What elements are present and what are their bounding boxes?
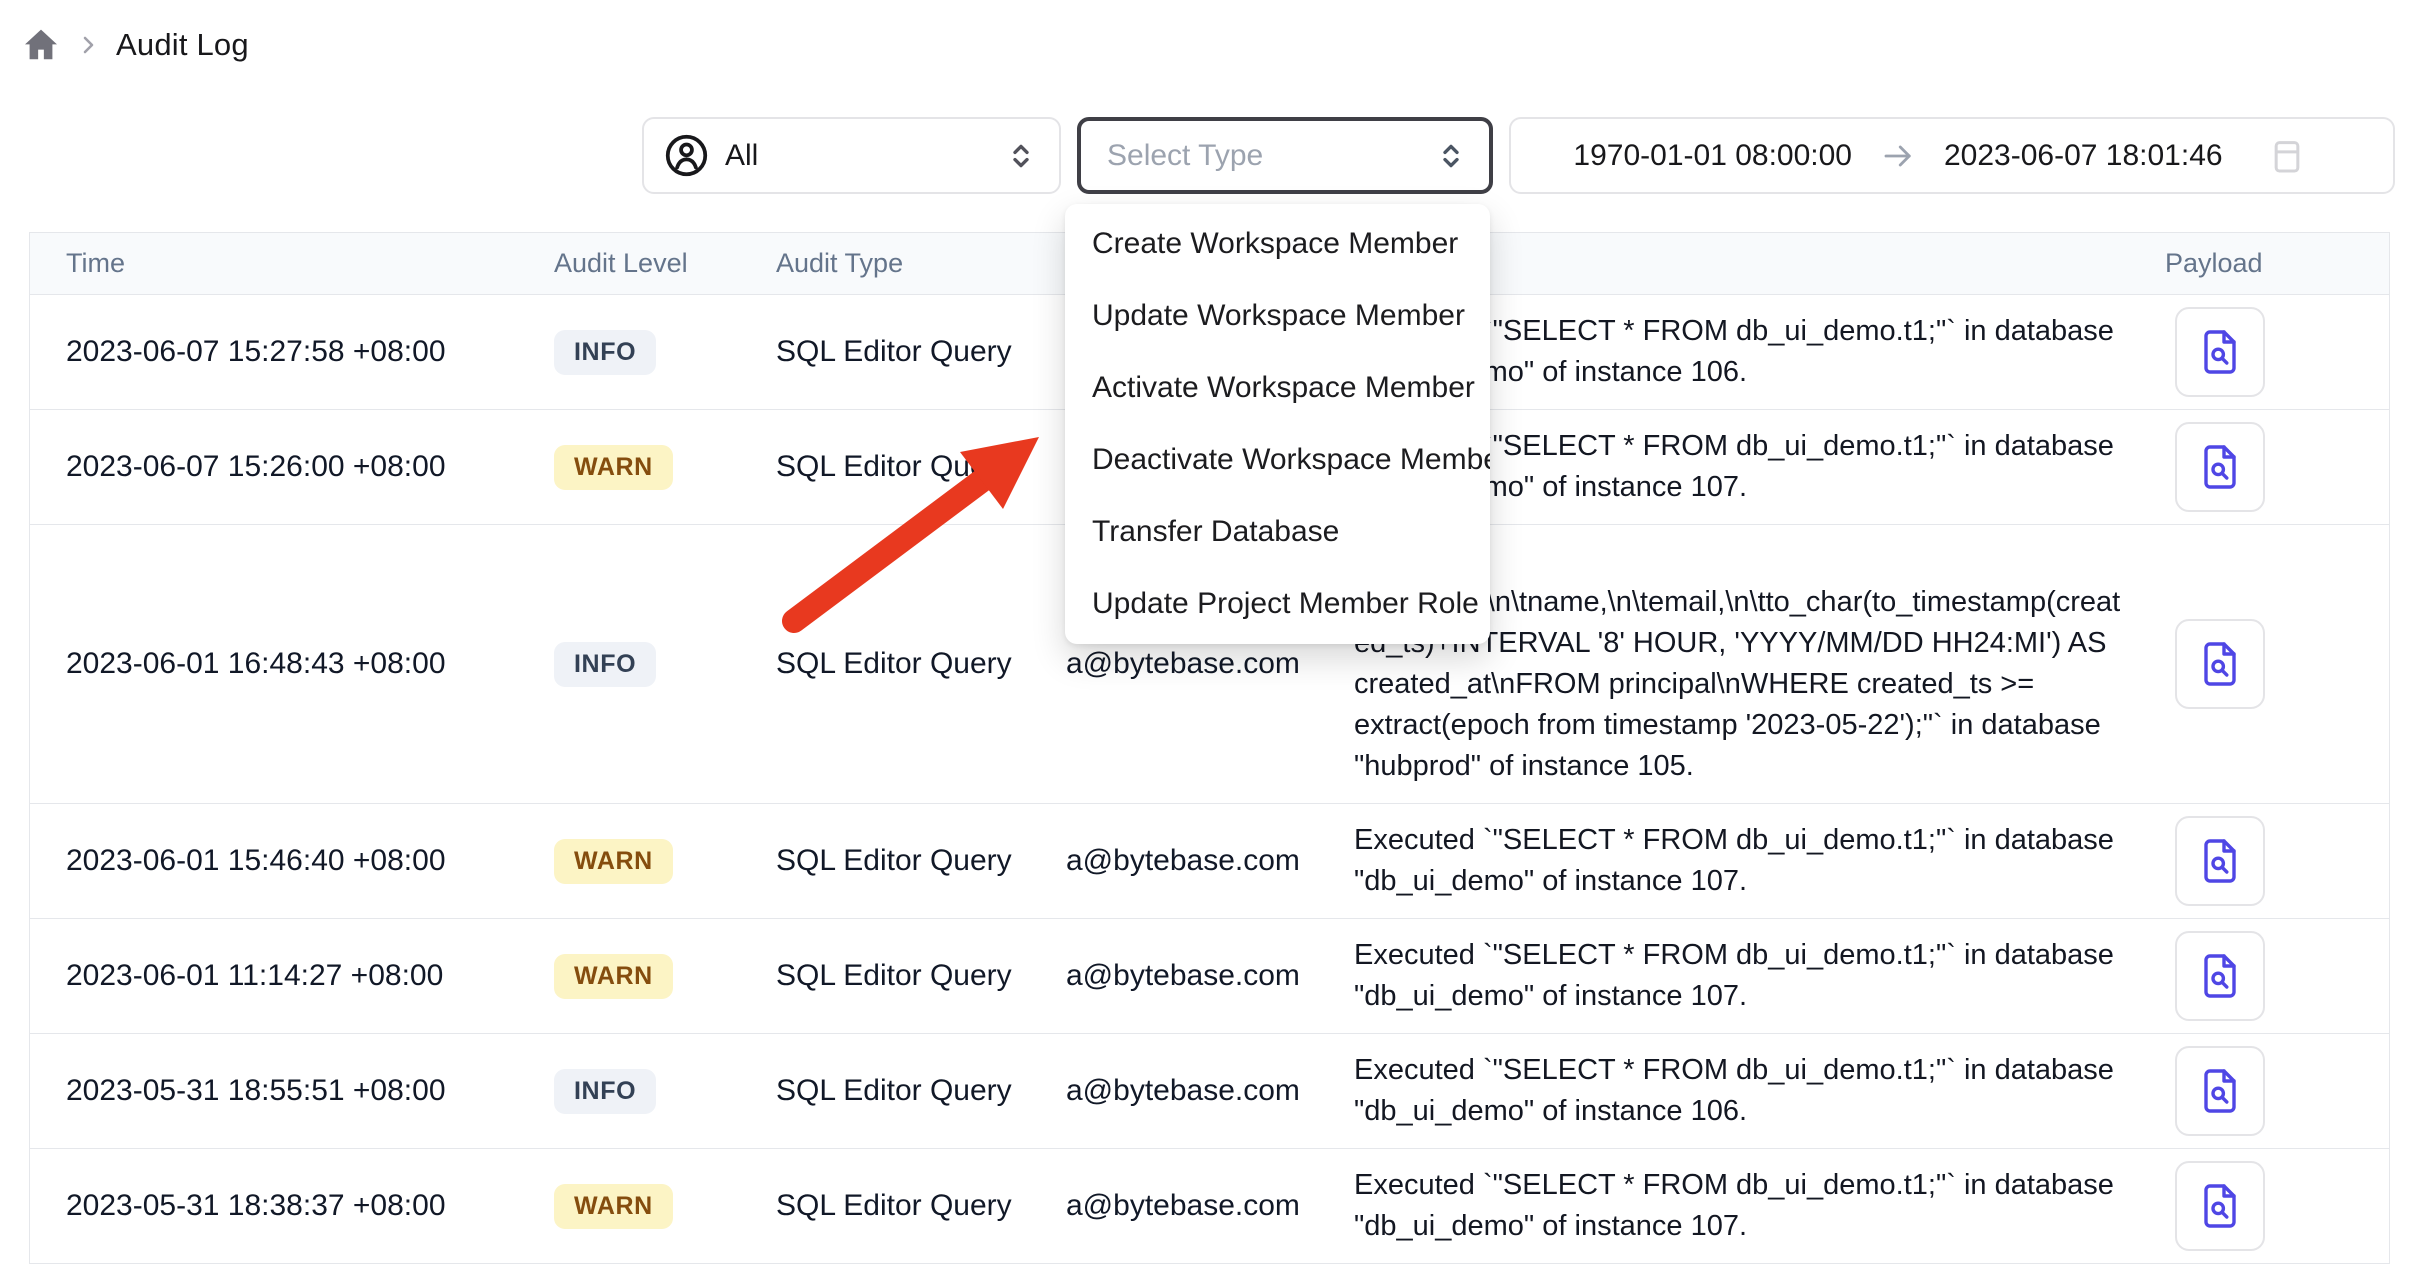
audit-level-cell: WARN [554, 839, 776, 884]
audit-level-cell: WARN [554, 445, 776, 490]
file-search-icon [2196, 952, 2244, 1000]
home-icon[interactable] [22, 26, 60, 64]
table-row: 2023-06-01 15:46:40 +08:00 WARN SQL Edit… [30, 804, 2389, 919]
file-search-icon [2196, 328, 2244, 376]
time-cell: 2023-06-01 15:46:40 +08:00 [30, 844, 554, 878]
payload-button[interactable] [2175, 1046, 2265, 1136]
actor-cell: a@bytebase.com [1066, 1074, 1354, 1108]
audit-level-badge: WARN [554, 954, 673, 999]
column-header-time: Time [30, 248, 554, 279]
audit-level-cell: WARN [554, 1184, 776, 1229]
payload-button[interactable] [2175, 816, 2265, 906]
filter-bar: All Select Type 1970-01-01 08:00:00 2023… [642, 117, 2395, 194]
comment-cell: Executed `"SELECT * FROM db_ui_demo.t1;"… [1354, 804, 2135, 918]
comment-cell: Executed `"SELECT * FROM db_ui_demo.t1;"… [1354, 1034, 2135, 1148]
time-cell: 2023-05-31 18:55:51 +08:00 [30, 1074, 554, 1108]
comment-cell: Executed `"SELECT * FROM db_ui_demo.t1;"… [1354, 1149, 2135, 1263]
audit-log-page: Audit Log All Select Type 1970-01-01 08:… [0, 0, 2410, 1268]
file-search-icon [2196, 443, 2244, 491]
actor-cell: a@bytebase.com [1066, 959, 1354, 993]
menu-item-update-project-member-role[interactable]: Update Project Member Role [1065, 568, 1490, 640]
payload-button[interactable] [2175, 931, 2265, 1021]
audit-type-cell: SQL Editor Query [776, 335, 1066, 369]
calendar-icon [2267, 136, 2307, 176]
actor-cell: a@bytebase.com [1066, 1189, 1354, 1223]
audit-level-cell: WARN [554, 954, 776, 999]
audit-level-badge: WARN [554, 839, 673, 884]
breadcrumb: Audit Log [22, 26, 249, 64]
audit-type-cell: SQL Editor Query [776, 647, 1066, 681]
audit-level-badge: INFO [554, 642, 656, 687]
payload-cell [2135, 1161, 2389, 1251]
column-header-audit-level: Audit Level [554, 248, 776, 279]
payload-button[interactable] [2175, 422, 2265, 512]
file-search-icon [2196, 640, 2244, 688]
audit-type-cell: SQL Editor Query [776, 1074, 1066, 1108]
time-cell: 2023-06-07 15:27:58 +08:00 [30, 335, 554, 369]
menu-item-transfer-database[interactable]: Transfer Database [1065, 496, 1490, 568]
date-range-start[interactable]: 1970-01-01 08:00:00 [1573, 139, 1852, 173]
menu-item-deactivate-workspace-member[interactable]: Deactivate Workspace Member [1065, 424, 1490, 496]
time-cell: 2023-06-01 16:48:43 +08:00 [30, 647, 554, 681]
audit-level-badge: INFO [554, 330, 656, 375]
page-title: Audit Log [116, 27, 249, 63]
file-search-icon [2196, 837, 2244, 885]
table-row: 2023-06-01 11:14:27 +08:00 WARN SQL Edit… [30, 919, 2389, 1034]
date-range-end[interactable]: 2023-06-07 18:01:46 [1944, 139, 2223, 173]
type-filter-dropdown-menu: Create Workspace Member Update Workspace… [1065, 204, 1490, 644]
comment-cell: Executed `"SELECT * FROM db_ui_demo.t1;"… [1354, 919, 2135, 1033]
payload-cell [2135, 619, 2389, 709]
audit-type-cell: SQL Editor Query [776, 844, 1066, 878]
arrow-right-icon [1880, 138, 1916, 174]
file-search-icon [2196, 1182, 2244, 1230]
date-range-picker[interactable]: 1970-01-01 08:00:00 2023-06-07 18:01:46 [1509, 117, 2395, 194]
payload-button[interactable] [2175, 307, 2265, 397]
audit-type-cell: SQL Editor Query [776, 1189, 1066, 1223]
table-row: 2023-05-31 18:38:37 +08:00 WARN SQL Edit… [30, 1149, 2389, 1264]
audit-level-cell: INFO [554, 642, 776, 687]
audit-type-cell: SQL Editor Query [776, 450, 1066, 484]
payload-cell [2135, 307, 2389, 397]
payload-cell [2135, 816, 2389, 906]
actor-cell: a@bytebase.com [1066, 844, 1354, 878]
audit-level-cell: INFO [554, 330, 776, 375]
payload-button[interactable] [2175, 619, 2265, 709]
type-filter-select[interactable]: Select Type [1077, 117, 1493, 194]
audit-level-cell: INFO [554, 1069, 776, 1114]
menu-item-create-workspace-member[interactable]: Create Workspace Member [1065, 208, 1490, 280]
audit-level-badge: WARN [554, 1184, 673, 1229]
actor-filter-value: All [725, 139, 989, 173]
payload-cell [2135, 931, 2389, 1021]
file-search-icon [2196, 1067, 2244, 1115]
payload-cell [2135, 1046, 2389, 1136]
chevron-right-icon [76, 33, 100, 57]
actor-filter-select[interactable]: All [642, 117, 1061, 194]
time-cell: 2023-06-01 11:14:27 +08:00 [30, 959, 554, 993]
menu-item-activate-workspace-member[interactable]: Activate Workspace Member [1065, 352, 1490, 424]
user-circle-icon [664, 133, 709, 178]
menu-item-update-workspace-member[interactable]: Update Workspace Member [1065, 280, 1490, 352]
table-row: 2023-05-31 18:55:51 +08:00 INFO SQL Edit… [30, 1034, 2389, 1149]
column-header-payload: Payload [2135, 248, 2389, 279]
audit-level-badge: INFO [554, 1069, 656, 1114]
audit-level-badge: WARN [554, 445, 673, 490]
audit-type-cell: SQL Editor Query [776, 959, 1066, 993]
chevrons-up-down-icon [1435, 140, 1467, 172]
column-header-audit-type: Audit Type [776, 248, 1066, 279]
payload-button[interactable] [2175, 1161, 2265, 1251]
time-cell: 2023-06-07 15:26:00 +08:00 [30, 450, 554, 484]
type-filter-placeholder: Select Type [1107, 139, 1419, 173]
payload-cell [2135, 422, 2389, 512]
chevrons-up-down-icon [1005, 140, 1037, 172]
time-cell: 2023-05-31 18:38:37 +08:00 [30, 1189, 554, 1223]
actor-cell: a@bytebase.com [1066, 647, 1354, 681]
